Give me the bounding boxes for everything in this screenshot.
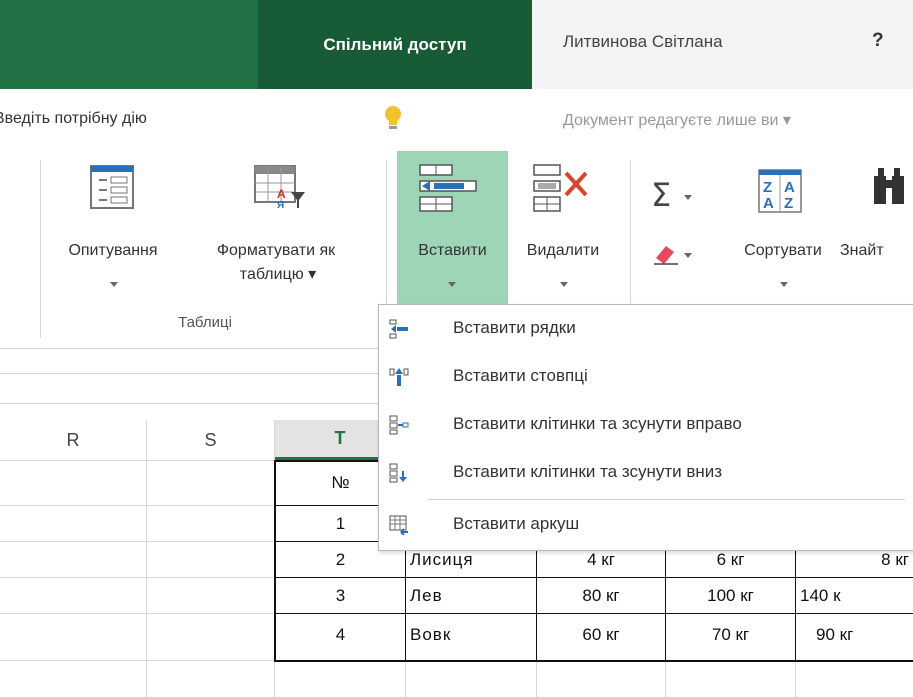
insert-cells-icon [419, 164, 477, 212]
menu-item-insert-rows[interactable]: Вставити рядки [379, 307, 913, 351]
table-cell-value[interactable]: 80 кг [537, 579, 665, 612]
menu-divider [427, 499, 905, 500]
eraser-icon[interactable] [652, 240, 680, 266]
chevron-down-icon [448, 282, 456, 287]
share-tab[interactable]: Спільний доступ [258, 0, 532, 89]
insert-cells-down-icon [389, 463, 407, 483]
sort-button[interactable]: Сортувати [728, 240, 838, 262]
group-label-tables: Таблиці [178, 314, 232, 331]
svg-text:Z: Z [784, 195, 793, 212]
table-cell-value[interactable]: 140 к [800, 579, 913, 612]
format-as-table-button-line2[interactable]: таблицю ▾ [208, 264, 348, 286]
chevron-down-icon [684, 253, 692, 258]
menu-item-label: Вставити клітинки та зсунути вниз [453, 462, 723, 481]
format-as-table-button[interactable]: Форматувати як [176, 240, 376, 262]
lightbulb-icon [385, 106, 401, 129]
table-cell-number[interactable]: 4 [276, 618, 405, 651]
user-name[interactable]: Литвинова Світлана [563, 32, 723, 52]
menu-item-insert-columns[interactable]: Вставити стовпці [379, 355, 913, 399]
binoculars-icon [874, 168, 904, 204]
readonly-note: Документ редагуєте лише ви ▾ [563, 112, 791, 129]
table-cell-value[interactable]: 90 кг [816, 618, 913, 651]
survey-button[interactable]: Опитування [48, 240, 178, 262]
insert-cells-right-icon [389, 415, 409, 435]
chevron-down-icon [780, 282, 788, 287]
table-cell-value[interactable]: 60 кг [537, 618, 665, 651]
find-button[interactable]: Знайт [840, 240, 913, 262]
chevron-down-icon [110, 282, 118, 287]
menu-item-insert-cells-shift-right[interactable]: Вставити клітинки та зсунути вправо [379, 403, 913, 447]
menu-item-label: Вставити клітинки та зсунути вправо [453, 414, 742, 433]
insert-rows-icon [389, 319, 408, 339]
svg-text:A: A [277, 187, 286, 201]
svg-text:Я: Я [277, 200, 284, 210]
table-cell-value[interactable]: 70 кг [666, 618, 795, 651]
column-header-r[interactable]: R [0, 420, 146, 460]
table-cell-name[interactable]: Лев [410, 579, 534, 612]
menu-item-label: Вставити стовпці [453, 366, 588, 385]
svg-text:A: A [763, 195, 774, 212]
column-header-s[interactable]: S [147, 420, 274, 460]
menu-item-label: Вставити рядки [453, 318, 576, 337]
survey-icon [90, 165, 134, 209]
insert-sheet-icon [389, 515, 408, 535]
menu-item-insert-sheet[interactable]: Вставити аркуш [379, 503, 913, 547]
chevron-down-icon [684, 195, 692, 200]
table-cell-number[interactable]: 3 [276, 579, 405, 612]
insert-dropdown-menu: Вставити рядки Вставити стовпці Вставити… [378, 304, 913, 551]
format-as-table-icon: A Я [254, 165, 305, 210]
svg-text:A: A [784, 179, 795, 196]
svg-text:Z: Z [763, 179, 772, 196]
table-border [274, 613, 913, 614]
delete-cells-icon [533, 164, 588, 212]
chevron-down-icon [560, 282, 568, 287]
ribbon-separator [40, 160, 41, 338]
table-cell-name[interactable]: Вовк [410, 618, 534, 651]
insert-button-label: Вставити [418, 242, 487, 259]
table-border [274, 660, 913, 662]
tell-me-input[interactable]: Введіть потрібну дію [0, 110, 147, 128]
insert-columns-icon [389, 368, 409, 386]
help-button[interactable]: ? [872, 30, 884, 52]
grid-line [146, 420, 147, 697]
menu-item-insert-cells-shift-down[interactable]: Вставити клітинки та зсунути вниз [379, 451, 913, 495]
delete-button[interactable]: Видалити [508, 240, 618, 262]
table-cell-value[interactable]: 100 кг [666, 579, 795, 612]
sort-az-icon: Z A A Z [758, 169, 802, 213]
table-border [274, 577, 913, 578]
autosum-icon[interactable]: Σ [651, 176, 671, 214]
menu-item-label: Вставити аркуш [453, 514, 580, 533]
